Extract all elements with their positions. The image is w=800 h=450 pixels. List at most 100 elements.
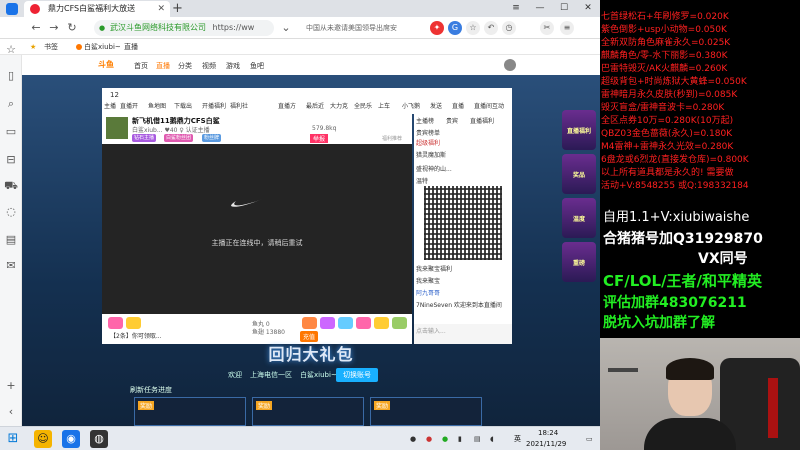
undo-icon[interactable]: ↶: [484, 21, 498, 35]
nav-games[interactable]: 游戏: [226, 61, 240, 71]
volume-icon[interactable]: ◖: [490, 435, 498, 443]
menu-icon[interactable]: ≡: [560, 21, 574, 35]
clock-time[interactable]: 18:24: [538, 429, 558, 437]
reward-card[interactable]: 奖励: [134, 397, 246, 426]
calendar-icon[interactable]: ▤: [4, 233, 18, 247]
strip-item[interactable]: 下载出: [174, 101, 192, 110]
browser-taskbar-icon[interactable]: ◉: [62, 430, 80, 448]
avatar[interactable]: [504, 59, 516, 71]
strip-item[interactable]: 直播: [452, 101, 464, 110]
history-icon[interactable]: ◷: [502, 21, 516, 35]
strip-item[interactable]: 直播间互动: [474, 101, 504, 110]
nav-home[interactable]: 首页: [134, 61, 148, 71]
reward-card[interactable]: 奖励: [252, 397, 364, 426]
chat-tab[interactable]: 直播福利: [470, 116, 494, 125]
strip-item[interactable]: 福利社: [230, 101, 248, 110]
input-language[interactable]: 英: [514, 434, 521, 444]
monitor-icon[interactable]: ▭: [4, 125, 18, 139]
app-icon[interactable]: ☺: [34, 430, 52, 448]
tray-icon[interactable]: ▮: [458, 435, 466, 443]
reward-card[interactable]: 奖励: [370, 397, 482, 426]
bookmark-star-icon[interactable]: ☆: [466, 21, 480, 35]
gift-icon[interactable]: [392, 317, 407, 329]
add-icon[interactable]: +: [4, 379, 18, 393]
profile-icon[interactable]: G: [448, 21, 462, 35]
video-area[interactable]: 主播正在连线中，请稍后重试: [102, 144, 412, 314]
gift-icon[interactable]: [374, 317, 389, 329]
notification-icon[interactable]: ▭: [586, 435, 594, 443]
minimize-button[interactable]: —: [528, 0, 552, 17]
strip-item[interactable]: 全民乐: [354, 101, 372, 110]
tray-icon[interactable]: ●: [426, 435, 434, 443]
star-icon[interactable]: ☆: [4, 43, 18, 57]
collapse-icon[interactable]: ‹: [4, 405, 18, 419]
strip-item[interactable]: 最后近: [306, 101, 324, 110]
scissors-icon[interactable]: ✂: [540, 21, 554, 35]
clock-date[interactable]: 2021/11/29: [526, 440, 566, 448]
cart-icon[interactable]: ⛟: [4, 179, 18, 193]
promo-card[interactable]: 重磅: [562, 242, 596, 282]
gift-icon[interactable]: [320, 317, 335, 329]
promo-card[interactable]: 奖品: [562, 154, 596, 194]
bag-icon[interactable]: ⊟: [4, 153, 18, 167]
tray-icon[interactable]: ●: [410, 435, 418, 443]
tab-list-icon[interactable]: ≡: [504, 0, 528, 17]
bookmark-item[interactable]: 白鲨xiubi~: [84, 39, 121, 55]
maximize-button[interactable]: ☐: [552, 0, 576, 17]
bookmark-item-2[interactable]: 直播: [124, 39, 138, 55]
nav-video[interactable]: 视频: [202, 61, 216, 71]
refresh-tasks-button[interactable]: 刷新任务进度: [130, 385, 172, 395]
gift-icon[interactable]: [126, 317, 141, 329]
dropdown-icon[interactable]: ⌄: [278, 20, 294, 36]
obs-icon[interactable]: ◍: [90, 430, 108, 448]
mail-icon[interactable]: ✉: [4, 259, 18, 273]
nav-yuba[interactable]: 鱼吧: [250, 61, 264, 71]
chat-tab[interactable]: 贵宾: [446, 116, 458, 125]
search-box[interactable]: 中国从未邀请美国领导出席安: [296, 20, 426, 36]
gift-claim-text[interactable]: 【2条】你可领取...: [110, 331, 162, 340]
reload-icon[interactable]: ↻: [64, 20, 80, 36]
report-button[interactable]: 举报: [310, 134, 329, 143]
tab-active[interactable]: 鼎力CFS白鲨福利大放送 ✕: [24, 1, 170, 17]
strip-item[interactable]: 小飞鹅: [402, 101, 420, 110]
event-greeting: 欢迎: [228, 371, 242, 379]
forward-icon[interactable]: →: [46, 20, 62, 36]
strip-item[interactable]: 主播: [104, 101, 116, 110]
network-icon[interactable]: ▤: [474, 435, 482, 443]
book-icon[interactable]: ▯: [4, 69, 18, 83]
chat-icon[interactable]: ◌: [4, 205, 18, 219]
back-icon[interactable]: ←: [28, 20, 44, 36]
gift-icon[interactable]: [108, 317, 123, 329]
switch-account-button[interactable]: 切换账号: [336, 368, 378, 382]
tab-close-icon[interactable]: ✕: [157, 1, 165, 17]
gift-icon[interactable]: [338, 317, 353, 329]
strip-item[interactable]: 直播方: [278, 101, 296, 110]
streamer-avatar[interactable]: [106, 117, 128, 139]
tray-icon[interactable]: ●: [442, 435, 450, 443]
strip-item[interactable]: 上车: [378, 101, 390, 110]
gift-icon[interactable]: [356, 317, 371, 329]
douyu-logo[interactable]: 斗鱼: [98, 59, 114, 70]
strip-item[interactable]: 鱼地图: [148, 101, 166, 110]
nav-category[interactable]: 分类: [178, 61, 192, 71]
strip-item[interactable]: 大力克: [330, 101, 348, 110]
video-player[interactable]: 新飞机借11鹅鼎力CFS白鲨 白鲨xiub... ♥40 ♀ 认证主播 钻石主播…: [102, 114, 412, 344]
promo-card[interactable]: 直播福利: [562, 110, 596, 150]
start-windows-icon[interactable]: ⊞: [4, 430, 22, 448]
address-bar[interactable]: ● 武汉斗鱼网络科技有限公司 https://ww: [94, 20, 274, 36]
chat-tab[interactable]: 主播榜: [416, 116, 434, 125]
bookmarks-label[interactable]: 书签: [44, 39, 58, 55]
search-icon[interactable]: ⌕: [4, 97, 18, 111]
new-tab-button[interactable]: +: [172, 0, 183, 17]
nav-live[interactable]: 直播: [156, 61, 170, 71]
recommend-link[interactable]: 福利推荐: [382, 135, 402, 142]
strip-item[interactable]: 发送: [430, 101, 442, 110]
extension-icon[interactable]: ✦: [430, 21, 444, 35]
close-window-button[interactable]: ✕: [576, 0, 600, 17]
gift-icon[interactable]: [302, 317, 317, 329]
strip-item[interactable]: 直播开: [120, 101, 138, 110]
promo-card[interactable]: 温度: [562, 198, 596, 238]
strip-item[interactable]: 开播福利: [202, 101, 226, 110]
browser-logo-icon[interactable]: [6, 3, 18, 15]
streamer-name[interactable]: 白鲨xiub... ♥40 ♀ 认证主播: [132, 125, 210, 134]
